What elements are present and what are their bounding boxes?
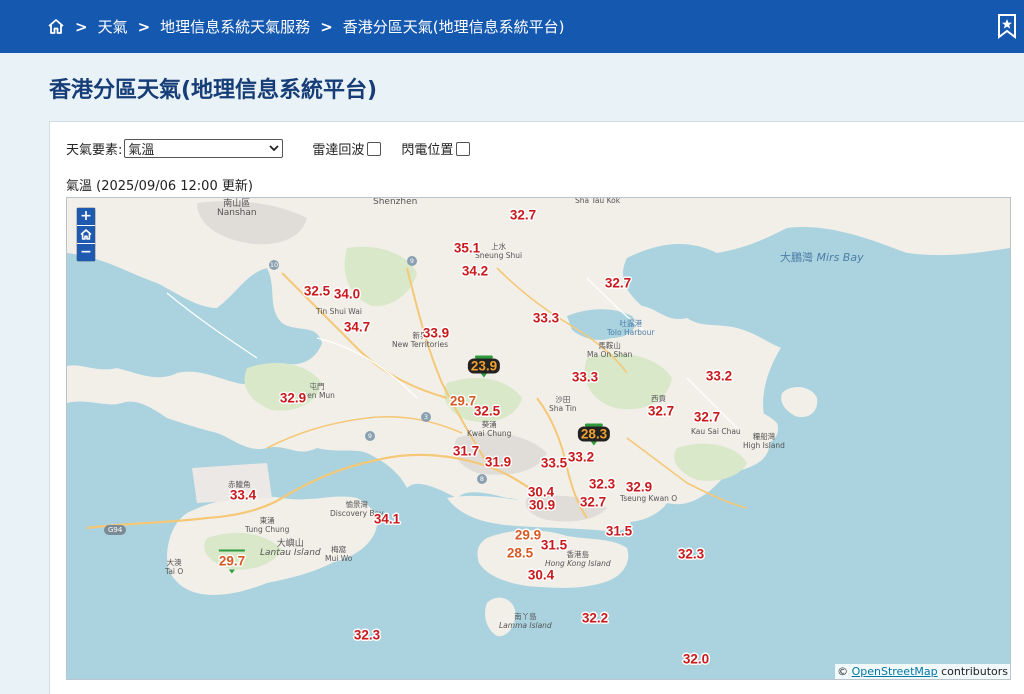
place-label-lantau-island: 大嶼山 Lantau Island	[260, 539, 321, 558]
temperature-reading[interactable]: 33.4	[230, 488, 256, 503]
breadcrumb-current: 香港分區天氣(地理信息系統平台)	[342, 18, 565, 36]
radar-option[interactable]: 雷達回波	[312, 139, 382, 158]
lightning-checkbox[interactable]	[456, 141, 471, 156]
top-navigation-bar: > 天氣 > 地理信息系統天氣服務 > 香港分區天氣(地理信息系統平台)	[0, 0, 1024, 53]
place-label-tung-chung: 東涌 Tung Chung	[245, 516, 290, 534]
map-view[interactable]: + − 南山區 Nanshan Shenzhen Sha Tau Kok 上水 Sh…	[66, 197, 1011, 680]
temperature-reading[interactable]: 32.7	[510, 208, 536, 223]
temperature-reading[interactable]: 33.9	[423, 326, 449, 341]
temperature-reading[interactable]: 29.9	[515, 528, 541, 543]
place-label-mirs-bay: 大鵬灣 Mirs Bay	[780, 251, 864, 264]
map-panel: 天氣要素: 氣溫 雷達回波 閃電位置 氣溫 (2025/09/06 12:00 …	[49, 121, 1024, 694]
breadcrumb-separator: >	[320, 17, 333, 36]
temperature-reading[interactable]: 32.7	[580, 495, 606, 510]
lightning-label: 閃電位置	[401, 143, 454, 158]
radar-checkbox[interactable]	[367, 141, 382, 156]
place-label-sai-kung: 西貢	[651, 394, 666, 403]
place-label-kau-sai-chau: Kau Sai Chau	[691, 427, 741, 436]
breadcrumb-gis-link[interactable]: 地理信息系統天氣服務	[160, 16, 310, 37]
update-caption: 氣溫 (2025/09/06 12:00 更新)	[66, 179, 253, 194]
temperature-reading[interactable]: 32.7	[648, 404, 674, 419]
place-label-sha-tau-kok: Sha Tau Kok	[575, 197, 621, 205]
road-number-label: 10	[269, 260, 279, 270]
zoom-control: + −	[77, 208, 95, 261]
map-home-button[interactable]	[77, 226, 95, 244]
road-number-label: 9	[365, 431, 375, 441]
temperature-reading[interactable]: 30.9	[529, 498, 555, 513]
temperature-reading[interactable]: 33.3	[572, 370, 598, 385]
temperature-reading[interactable]: 32.5	[474, 404, 500, 419]
place-label-shenzhen: Shenzhen	[373, 197, 418, 207]
road-number-label: 3	[421, 412, 431, 422]
map-controls: 天氣要素: 氣溫 雷達回波 閃電位置	[66, 139, 471, 158]
element-label: 天氣要素:	[66, 143, 123, 158]
radar-label: 雷達回波	[312, 143, 365, 158]
temperature-reading[interactable]: 34.2	[462, 264, 488, 279]
temperature-reading[interactable]: 32.2	[582, 611, 608, 626]
temperature-reading[interactable]: 28.5	[507, 546, 533, 561]
temperature-reading[interactable]: 31.5	[541, 538, 567, 553]
temperature-reading[interactable]: 29.7	[450, 394, 476, 409]
map-basemap	[67, 198, 1010, 637]
temperature-reading[interactable]: 35.1	[454, 241, 480, 256]
road-number-label: 9	[407, 256, 417, 266]
temperature-reading[interactable]: 32.3	[354, 628, 380, 643]
place-label-ma-on-shan: 馬鞍山 Ma On Shan	[587, 341, 633, 359]
weather-element-value: 氣溫	[128, 143, 155, 158]
place-label-lamma-island: 南丫島 Lamma Island	[499, 612, 552, 630]
temperature-reading[interactable]: 32.3	[589, 477, 615, 492]
road-number-label: G94	[104, 525, 127, 535]
temperature-reading[interactable]: 34.1	[374, 512, 400, 527]
place-label-nanshan: 南山區 Nanshan	[217, 199, 257, 218]
openstreetmap-link[interactable]: OpenStreetMap	[852, 665, 938, 678]
place-label-sheung-shui: 上水 Sheung Shui	[475, 242, 523, 260]
temperature-reading[interactable]: 30.4	[528, 568, 554, 583]
temperature-reading[interactable]: 34.7	[344, 320, 370, 335]
temperature-reading[interactable]: 32.5	[304, 284, 330, 299]
weather-element-select[interactable]: 氣溫	[124, 139, 284, 158]
place-label-sha-tin: 沙田 Sha Tin	[549, 395, 577, 413]
map-attribution: © OpenStreetMap contributors	[835, 664, 1010, 679]
temperature-reading[interactable]: 31.9	[485, 455, 511, 470]
temperature-reading[interactable]: 32.0	[683, 652, 709, 667]
road-number-label: 8	[477, 474, 487, 484]
place-label-kwai-chung: 葵涌 Kwai Chung	[467, 420, 512, 438]
temperature-reading-highlighted[interactable]: 28.3	[577, 423, 611, 446]
zoom-out-button[interactable]: −	[77, 244, 95, 261]
temperature-reading[interactable]: 33.2	[706, 369, 732, 384]
temperature-reading[interactable]: 33.5	[541, 456, 567, 471]
breadcrumb-separator: >	[137, 17, 151, 36]
place-label-tin-shui-wai: Tin Shui Wai	[316, 307, 362, 316]
temperature-reading[interactable]: 34.0	[334, 287, 360, 302]
zoom-in-button[interactable]: +	[77, 208, 95, 226]
place-label-hong-kong-island: 香港島 Hong Kong Island	[545, 550, 611, 568]
temperature-reading[interactable]: 32.9	[626, 480, 652, 495]
temperature-reading[interactable]: 31.5	[606, 524, 632, 539]
chevron-down-icon	[269, 145, 280, 152]
temperature-reading[interactable]: 32.3	[678, 547, 704, 562]
place-label-tai-o: 大澳 Tai O	[165, 558, 184, 576]
temperature-reading-marker[interactable]: 29.7	[218, 549, 246, 574]
breadcrumb-weather-link[interactable]: 天氣	[98, 16, 128, 37]
place-label-tolo-harbour: 吐露港 Tolo Harbour	[607, 319, 655, 337]
home-icon[interactable]	[47, 18, 65, 35]
temperature-reading[interactable]: 32.7	[694, 410, 720, 425]
page-title: 香港分區天氣(地理信息系統平台)	[49, 78, 378, 103]
place-label-tseung-kwan-o: Tseung Kwan O	[620, 494, 678, 503]
breadcrumb: > 天氣 > 地理信息系統天氣服務 > 香港分區天氣(地理信息系統平台)	[47, 16, 564, 37]
temperature-reading[interactable]: 33.3	[533, 311, 559, 326]
home-icon	[80, 229, 92, 240]
temperature-reading[interactable]: 32.7	[605, 276, 631, 291]
lightning-option[interactable]: 閃電位置	[401, 139, 471, 158]
breadcrumb-separator: >	[75, 17, 88, 36]
temperature-reading-highlighted[interactable]: 23.9	[467, 355, 501, 378]
place-label-mui-wo: 梅窩 Mui Wo	[325, 545, 353, 563]
temperature-reading[interactable]: 33.2	[568, 450, 594, 465]
temperature-reading[interactable]: 31.7	[453, 444, 479, 459]
temperature-reading[interactable]: 32.9	[280, 391, 306, 406]
bookmark-star-icon[interactable]	[997, 13, 1017, 43]
place-label-high-island: 糧船灣 High Island	[743, 432, 785, 450]
